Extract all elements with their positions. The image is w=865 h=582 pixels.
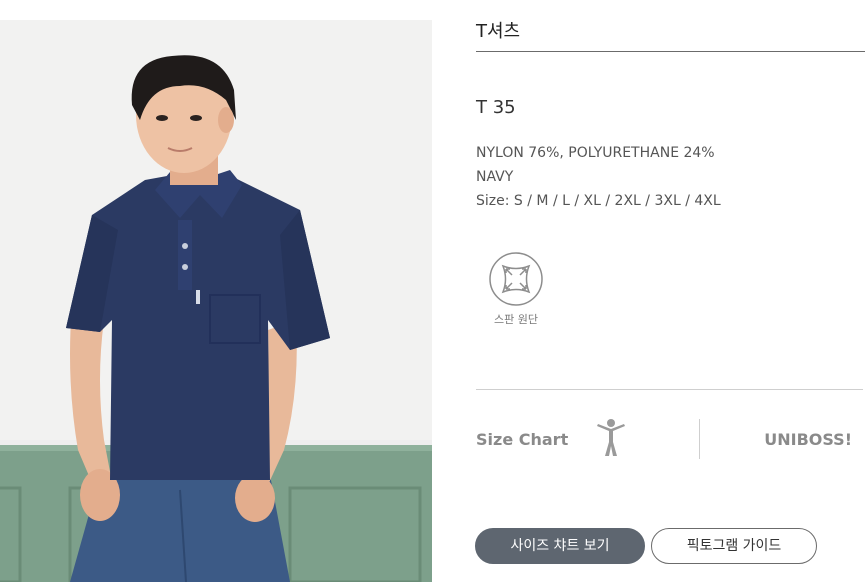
product-category-title: T셔츠 bbox=[476, 18, 865, 52]
product-material: NYLON 76%, POLYURETHANE 24% bbox=[476, 145, 715, 161]
product-specs: NYLON 76%, POLYURETHANE 24% NAVY Size: S… bbox=[476, 141, 721, 213]
feature-label: 스판 원단 bbox=[494, 313, 538, 326]
stretch-fabric-icon bbox=[489, 252, 543, 306]
product-photo bbox=[0, 20, 432, 582]
vertical-separator bbox=[699, 419, 700, 459]
size-chart-button[interactable]: 사이즈 챠트 보기 bbox=[475, 528, 645, 564]
product-sizes: Size: S / M / L / XL / 2XL / 3XL / 4XL bbox=[476, 193, 721, 209]
size-chart-label: Size Chart bbox=[476, 430, 569, 449]
product-detail-page: T셔츠 T 35 NYLON 76%, POLYURETHANE 24% NAV… bbox=[0, 0, 865, 582]
section-divider bbox=[476, 389, 863, 390]
pictogram-guide-button[interactable]: 픽토그램 가이드 bbox=[651, 528, 817, 564]
person-icon bbox=[597, 419, 625, 456]
product-color: NAVY bbox=[476, 169, 514, 185]
product-model-name: T 35 bbox=[476, 97, 516, 118]
brand-name: UNIBOSS! bbox=[764, 430, 852, 449]
feature-badge: 스판 원단 bbox=[484, 251, 548, 327]
